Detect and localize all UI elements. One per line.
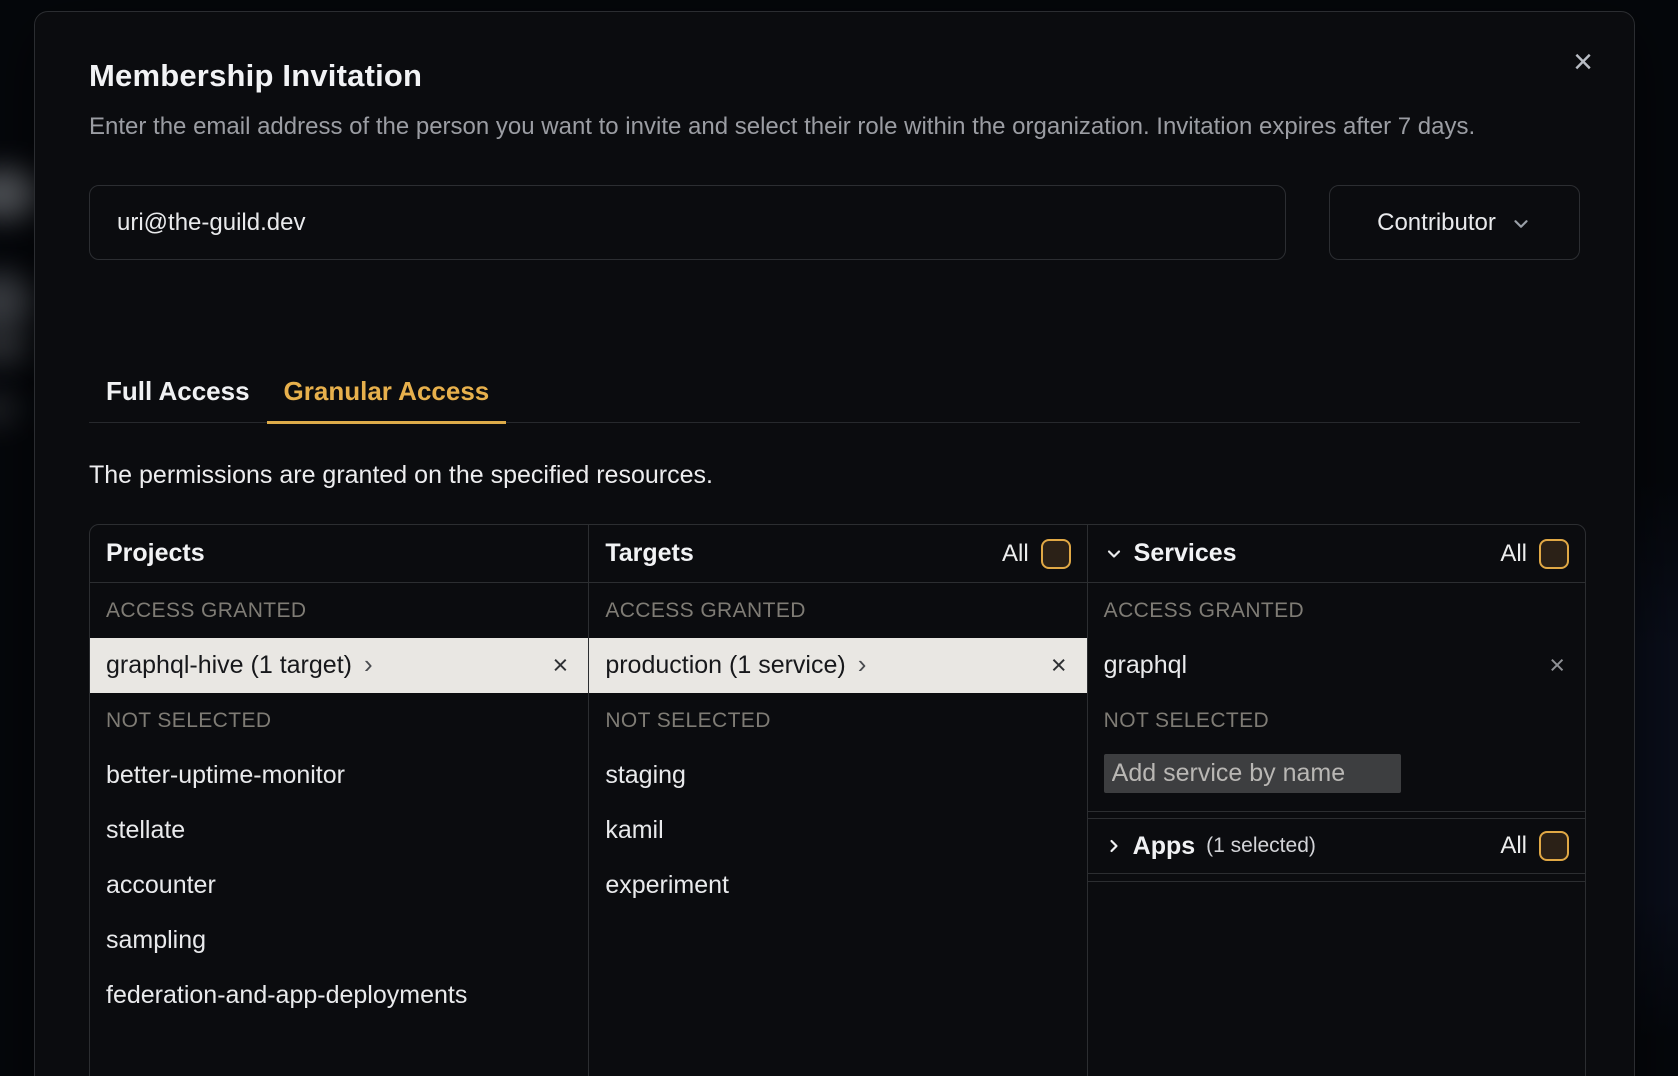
blurred-background-content [0, 392, 22, 426]
close-button[interactable]: × [1567, 46, 1599, 78]
services-not-selected-label: NOT SELECTED [1088, 693, 1585, 748]
projects-access-granted-label: ACCESS GRANTED [90, 583, 588, 638]
membership-invitation-dialog: × Membership Invitation Enter the email … [34, 11, 1635, 1076]
remove-project-button[interactable]: × [553, 652, 569, 679]
project-row-label: better-uptime-monitor [106, 761, 345, 790]
target-row-selected[interactable]: production (1 service) › × [589, 638, 1086, 693]
resource-picker-table: Projects ACCESS GRANTED graphql-hive (1 … [89, 524, 1586, 1076]
blurred-background-content [1634, 480, 1678, 1040]
blurred-background-content [0, 272, 36, 332]
target-row-label: production (1 service) [605, 651, 845, 680]
project-row[interactable]: sampling [90, 913, 588, 968]
services-section: Services All ACCESS GRANTED graphql × NO… [1088, 525, 1585, 812]
dialog-title: Membership Invitation [89, 58, 1580, 94]
targets-column: Targets All ACCESS GRANTED production (1… [588, 525, 1086, 1076]
services-empty-area [1088, 881, 1585, 1076]
projects-column: Projects ACCESS GRANTED graphql-hive (1 … [90, 525, 588, 1076]
invite-form-row: Contributor [89, 185, 1580, 260]
dialog-description: Enter the email address of the person yo… [89, 109, 1586, 145]
project-row[interactable]: better-uptime-monitor [90, 748, 588, 803]
tab-granular-access[interactable]: Granular Access [267, 376, 507, 424]
remove-icon: × [1051, 650, 1067, 680]
targets-not-selected-label: NOT SELECTED [589, 693, 1086, 748]
targets-all-label: All [1002, 540, 1029, 568]
chevron-down-icon [1104, 544, 1124, 564]
remove-icon: × [553, 650, 569, 680]
targets-all-wrap: All [1002, 539, 1071, 569]
projects-not-selected-list: better-uptime-monitor stellate accounter… [90, 748, 588, 1023]
targets-all-checkbox[interactable] [1041, 539, 1071, 569]
remove-target-button[interactable]: × [1051, 652, 1067, 679]
apps-all-label: All [1500, 832, 1527, 860]
targets-not-selected-list: staging kamil experiment [589, 748, 1086, 913]
chevron-right-icon: › [364, 651, 373, 681]
services-access-granted-label: ACCESS GRANTED [1088, 583, 1585, 638]
targets-access-granted-label: ACCESS GRANTED [589, 583, 1086, 638]
apps-title: Apps [1133, 832, 1196, 861]
permissions-note: The permissions are granted on the speci… [89, 461, 1580, 490]
role-select[interactable]: Contributor [1329, 185, 1580, 260]
service-row-label: graphql [1104, 651, 1187, 680]
project-row-label: accounter [106, 871, 216, 900]
targets-column-header: Targets All [589, 525, 1086, 583]
services-column: Services All ACCESS GRANTED graphql × NO… [1087, 525, 1585, 1076]
remove-service-button[interactable]: × [1549, 652, 1565, 679]
add-service-row [1088, 748, 1585, 811]
target-row-label: experiment [605, 871, 729, 900]
project-row-selected[interactable]: graphql-hive (1 target) › × [90, 638, 588, 693]
remove-icon: × [1549, 650, 1565, 680]
project-row-label: graphql-hive (1 target) [106, 651, 352, 680]
project-row-label: stellate [106, 816, 185, 845]
email-input[interactable] [89, 185, 1286, 260]
close-icon: × [1573, 43, 1593, 81]
apps-all-wrap: All [1500, 831, 1569, 861]
target-row[interactable]: experiment [589, 858, 1086, 913]
apps-selected-count: (1 selected) [1206, 834, 1316, 858]
chevron-right-icon: › [858, 651, 867, 681]
add-service-input[interactable] [1104, 754, 1401, 793]
chevron-right-icon [1104, 836, 1124, 856]
projects-column-title: Projects [106, 539, 205, 568]
service-row-granted[interactable]: graphql × [1088, 638, 1585, 693]
services-all-checkbox[interactable] [1539, 539, 1569, 569]
project-row-label: sampling [106, 926, 206, 955]
role-value: Contributor [1377, 209, 1496, 237]
services-column-title: Services [1134, 539, 1237, 568]
target-row[interactable]: staging [589, 748, 1086, 803]
target-row[interactable]: kamil [589, 803, 1086, 858]
apps-section-header[interactable]: Apps (1 selected) All [1088, 818, 1585, 874]
targets-column-title: Targets [605, 539, 693, 568]
projects-column-header: Projects [90, 525, 588, 583]
project-row[interactable]: accounter [90, 858, 588, 913]
projects-not-selected-label: NOT SELECTED [90, 693, 588, 748]
blurred-background-content [0, 330, 32, 364]
apps-all-checkbox[interactable] [1539, 831, 1569, 861]
project-row[interactable]: stellate [90, 803, 588, 858]
project-row[interactable]: federation-and-app-deployments [90, 968, 588, 1023]
services-column-header[interactable]: Services All [1088, 525, 1585, 583]
services-all-wrap: All [1500, 539, 1569, 569]
services-all-label: All [1500, 540, 1527, 568]
chevron-down-icon [1510, 213, 1532, 235]
target-row-label: kamil [605, 816, 663, 845]
project-row-label: federation-and-app-deployments [106, 981, 467, 1010]
tab-full-access[interactable]: Full Access [89, 376, 267, 424]
target-row-label: staging [605, 761, 686, 790]
access-tabs: Full Access Granular Access [89, 376, 1580, 423]
